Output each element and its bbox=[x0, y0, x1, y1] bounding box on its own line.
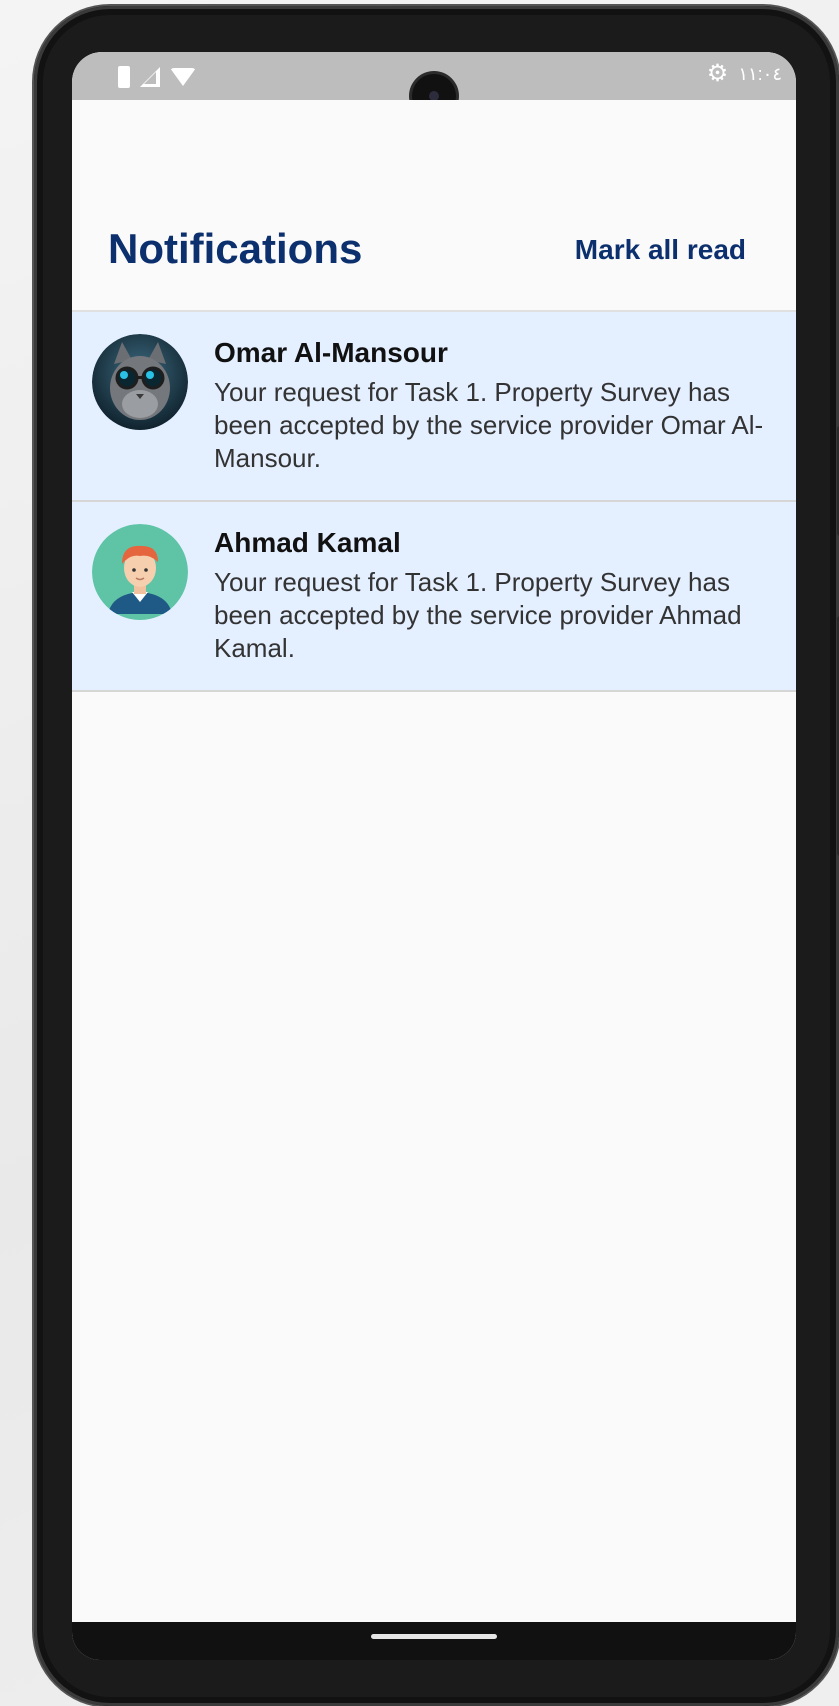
wifi-icon bbox=[170, 68, 196, 86]
notification-message: Your request for Task 1. Property Survey… bbox=[214, 567, 742, 663]
status-time: ١١:٠٤ bbox=[738, 63, 782, 84]
notification-message: Your request for Task 1. Property Survey… bbox=[214, 377, 764, 473]
notification-item[interactable]: Omar Al-Mansour Your request for Task 1.… bbox=[72, 312, 796, 502]
home-gesture-handle[interactable] bbox=[371, 1634, 497, 1639]
app-header: Notifications Mark all read bbox=[72, 100, 796, 312]
notification-sender: Omar Al-Mansour bbox=[214, 337, 448, 368]
page-title: Notifications bbox=[108, 225, 363, 272]
man-cartoon-avatar bbox=[92, 524, 188, 620]
cat-sunglasses-avatar bbox=[92, 334, 188, 430]
phone-frame: ⚙ ١١:٠٤ Notifications Mark all read Omar… bbox=[34, 6, 839, 1706]
notification-sender: Ahmad Kamal bbox=[214, 527, 401, 558]
cell-signal-icon bbox=[140, 67, 160, 87]
mark-all-read-button[interactable]: Mark all read bbox=[575, 236, 746, 264]
system-nav-bar bbox=[72, 1622, 796, 1660]
battery-icon bbox=[118, 66, 130, 88]
settings-gear-icon: ⚙ bbox=[706, 60, 729, 87]
app-screen: ⚙ ١١:٠٤ Notifications Mark all read Omar… bbox=[72, 52, 796, 1660]
notification-list: Omar Al-Mansour Your request for Task 1.… bbox=[72, 312, 796, 692]
notification-item[interactable]: Ahmad Kamal Your request for Task 1. Pro… bbox=[72, 502, 796, 692]
